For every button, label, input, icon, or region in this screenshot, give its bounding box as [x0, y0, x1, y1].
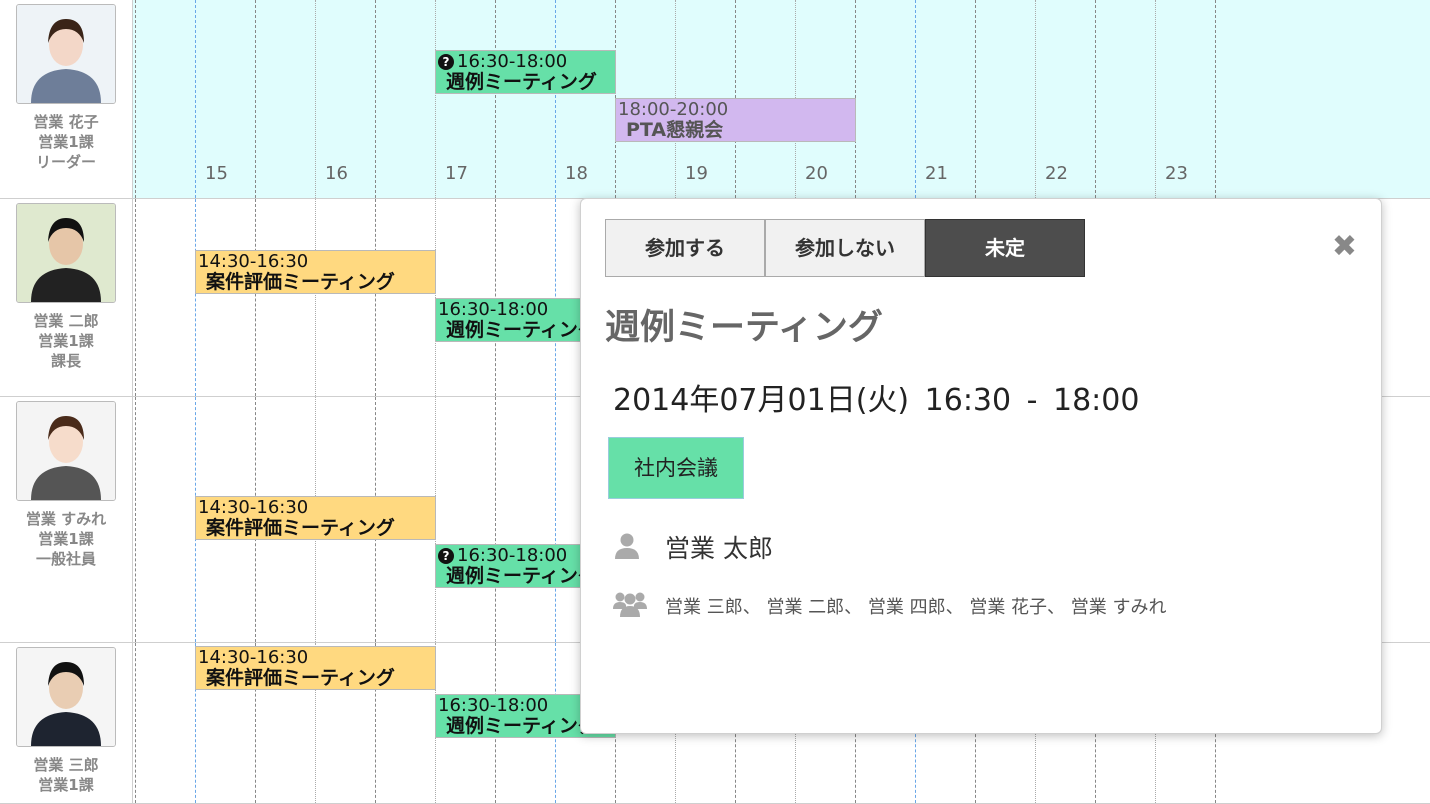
event-time-text: 16:30-18:00 — [457, 545, 568, 566]
user-info: 営業 すみれ 営業1課一般社員 — [0, 397, 133, 642]
attend-button[interactable]: 参加する — [605, 219, 765, 277]
event-name: 週例ミーティング — [446, 71, 597, 93]
event-time: 14:30-16:30 — [196, 647, 435, 668]
event-datetime: 2014年07月01日(火) 16:30 - 18:00 — [613, 383, 1140, 418]
event-title: 週例ミーティング — [605, 308, 883, 348]
event-time: 14:30-16:30 — [196, 497, 435, 518]
hour-label: 22 — [1045, 163, 1068, 184]
user-info: 営業 花子営業1課リーダー — [0, 0, 133, 198]
user-label: 営業 三郎営業1課 — [0, 755, 132, 795]
grid-line — [135, 0, 136, 198]
event-owner: 営業 太郎 — [665, 534, 773, 563]
user-icon — [615, 533, 639, 559]
user-title: 一般社員 — [35, 550, 96, 568]
user-name: 営業 花子 — [33, 113, 99, 131]
grid-line — [915, 0, 916, 198]
avatar[interactable] — [16, 4, 116, 104]
user-department: 営業1課 — [38, 133, 94, 151]
grid-line — [375, 0, 376, 198]
decline-button[interactable]: 参加しない — [765, 219, 925, 277]
grid-line — [195, 199, 196, 396]
user-label: 営業 二郎営業1課課長 — [0, 311, 132, 371]
grid-line — [135, 397, 136, 642]
event-time: ? 16:30-18:00 — [436, 51, 615, 72]
user-label: 営業 すみれ 営業1課一般社員 — [0, 509, 132, 569]
event-time-text: 18:00-20:00 — [618, 99, 729, 120]
hour-label: 20 — [805, 163, 828, 184]
grid-line — [495, 0, 496, 198]
event-time-text: 16:30-18:00 — [438, 695, 549, 716]
user-department: 営業1課 — [38, 332, 94, 350]
hour-label: 23 — [1165, 163, 1188, 184]
grid-line — [1095, 0, 1096, 198]
event-name: 案件評価ミーティング — [206, 271, 395, 293]
event-time-text: 16:30-18:00 — [438, 299, 549, 320]
close-icon[interactable]: ✖ — [1332, 229, 1357, 264]
grid-line — [555, 0, 556, 198]
avatar[interactable] — [16, 647, 116, 747]
grid-line — [555, 397, 556, 642]
event-time: 14:30-16:30 — [196, 251, 435, 272]
grid-line — [135, 199, 136, 396]
grid-line — [375, 199, 376, 396]
grid-line — [195, 0, 196, 198]
undecided-button[interactable]: 未定 — [925, 219, 1085, 277]
event-block[interactable]: 14:30-16:30 案件評価ミーティング — [195, 646, 436, 690]
user-department: 営業1課 — [38, 530, 94, 548]
grid-line — [255, 199, 256, 396]
user-department: 営業1課 — [38, 776, 94, 794]
user-label: 営業 花子営業1課リーダー — [0, 112, 132, 172]
event-block[interactable]: ? 16:30-18:00 週例ミーティング — [435, 50, 616, 94]
avatar[interactable] — [16, 203, 116, 303]
user-name: 営業 すみれ — [25, 510, 107, 528]
event-name: 案件評価ミーティング — [206, 517, 395, 539]
grid-line — [435, 0, 436, 198]
event-time-text: 16:30-18:00 — [457, 51, 568, 72]
event-time-text: 14:30-16:30 — [198, 251, 309, 272]
event-block[interactable]: 14:30-16:30 案件評価ミーティング — [195, 250, 436, 294]
user-title: リーダー — [35, 153, 96, 171]
event-category-badge: 社内会議 — [608, 437, 744, 499]
group-icon — [613, 592, 647, 617]
event-time-text: 14:30-16:30 — [198, 497, 309, 518]
hour-label: 16 — [325, 163, 348, 184]
event-time: 18:00-20:00 — [616, 99, 855, 120]
grid-line — [495, 397, 496, 642]
question-icon: ? — [438, 548, 454, 564]
user-title: 課長 — [50, 352, 81, 370]
hour-label: 17 — [445, 163, 468, 184]
question-icon: ? — [438, 54, 454, 70]
event-time-text: 14:30-16:30 — [198, 647, 309, 668]
user-row: 営業 花子 営業1課 リーダー 15 16 17 18 19 20 21 22 23? 16:30-18… — [0, 0, 1430, 199]
grid-line — [255, 0, 256, 198]
event-block[interactable]: 14:30-16:30 案件評価ミーティング — [195, 496, 436, 540]
avatar[interactable] — [16, 401, 116, 501]
grid-line — [135, 643, 136, 803]
grid-line — [1215, 0, 1216, 198]
hour-label: 18 — [565, 163, 588, 184]
user-info: 営業 二郎営業1課課長 — [0, 199, 133, 396]
grid-line — [1035, 0, 1036, 198]
event-members: 営業 三郎、 営業 二郎、 営業 四郎、 営業 花子、 営業 すみれ — [665, 597, 1167, 618]
user-name: 営業 二郎 — [33, 312, 99, 330]
grid-line — [315, 0, 316, 198]
event-popup: 参加する 参加しない 未定 ✖ 週例ミーティング 2014年07月01日(火) … — [580, 198, 1382, 734]
hour-label: 15 — [205, 163, 228, 184]
event-block[interactable]: 18:00-20:00 PTA懇親会 — [615, 98, 856, 142]
event-name: 案件評価ミーティング — [206, 667, 395, 689]
grid-line — [315, 199, 316, 396]
grid-line — [1155, 0, 1156, 198]
user-name: 営業 三郎 — [33, 756, 99, 774]
grid-line — [975, 0, 976, 198]
user-info: 営業 三郎営業1課 — [0, 643, 133, 803]
hour-label: 21 — [925, 163, 948, 184]
hour-label: 19 — [685, 163, 708, 184]
event-name: PTA懇親会 — [626, 119, 724, 141]
